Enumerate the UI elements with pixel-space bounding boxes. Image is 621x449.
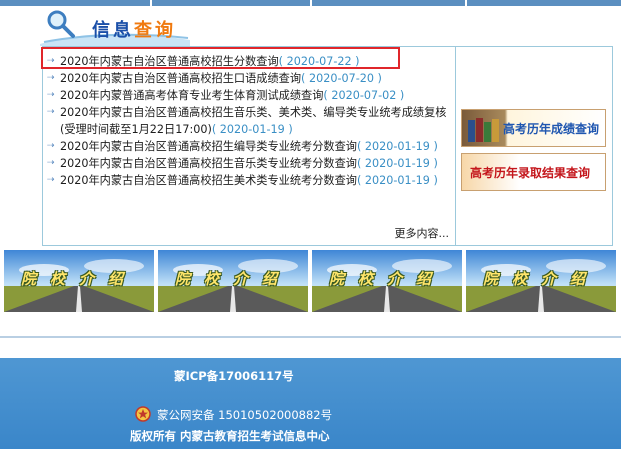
- copyright: 版权所有 内蒙古教育招生考试信息中心: [130, 429, 330, 443]
- title-part-2: 查询: [134, 20, 176, 41]
- news-title[interactable]: 2020年内蒙古自治区普通高校招生口语成绩查询: [60, 72, 301, 85]
- news-item[interactable]: ⇢ 2020年内蒙古自治区普通高校招生美术类专业统考分数查询( 2020-01-1…: [47, 172, 449, 189]
- admission-results-banner[interactable]: 高考历年录取结果查询: [461, 153, 606, 191]
- arrow-icon: ⇢: [47, 158, 55, 168]
- title-part-1: 信息: [92, 20, 134, 41]
- news-item[interactable]: ⇢ 2020年内蒙古自治区普通高校招生音乐类、美术类、编导类专业统考成绩复核(受理…: [47, 104, 449, 138]
- news-date: ( 2020-01-19 ): [211, 123, 293, 136]
- footer-divider: [0, 336, 621, 338]
- police-record-text[interactable]: 蒙公网安备 15010502000882号: [157, 408, 332, 422]
- news-item[interactable]: ⇢ 2020年内蒙古自治区普通高校招生口语成绩查询( 2020-07-20 ): [47, 70, 449, 87]
- more-content-link[interactable]: 更多内容...: [395, 225, 450, 241]
- news-date: ( 2020-01-19 ): [356, 140, 438, 153]
- school-intro-label: 院校介绍: [174, 270, 291, 288]
- arrow-icon: ⇢: [47, 175, 55, 185]
- news-title[interactable]: 2020年内蒙古自治区普通高校招生美术类专业统考分数查询: [60, 174, 357, 187]
- arrow-icon: ⇢: [47, 141, 55, 151]
- news-date: ( 2020-07-20 ): [301, 72, 382, 85]
- police-badge-icon: [135, 406, 151, 425]
- news-date: ( 2020-07-02 ): [323, 89, 405, 102]
- news-date: ( 2020-07-22 ): [278, 55, 360, 68]
- news-title[interactable]: 2020年内蒙古自治区普通高校招生音乐类专业统考分数查询: [60, 157, 357, 170]
- school-intro-banner-4[interactable]: 院校介绍: [466, 250, 616, 312]
- news-item[interactable]: ⇢ 2020年内蒙普通高考体育专业考生体育测试成绩查询( 2020-07-02 ): [47, 87, 449, 104]
- arrow-icon: ⇢: [47, 73, 55, 83]
- arrow-icon: ⇢: [47, 90, 55, 100]
- news-list: ⇢ 2020年内蒙古自治区普通高校招生分数查询( 2020-07-22 ) ⇢ 202…: [47, 53, 449, 189]
- admission-results-label: 高考历年录取结果查询: [470, 166, 591, 180]
- info-query-header: 信息查询: [40, 6, 460, 46]
- school-intro-row: 院校介绍 院校介绍 院校介绍 院校介绍: [4, 250, 617, 312]
- arrow-icon: ⇢: [47, 107, 55, 117]
- news-title[interactable]: 2020年内蒙普通高考体育专业考生体育测试成绩查询: [60, 89, 323, 102]
- historical-scores-banner[interactable]: 高考历年成绩查询: [461, 109, 606, 147]
- school-intro-label: 院校介绍: [20, 270, 137, 288]
- school-intro-banner-2[interactable]: 院校介绍: [158, 250, 308, 312]
- news-item[interactable]: ⇢ 2020年内蒙古自治区普通高校招生编导类专业统考分数查询( 2020-01-1…: [47, 138, 449, 155]
- page-title: 信息查询: [92, 16, 176, 42]
- school-intro-banner-3[interactable]: 院校介绍: [312, 250, 462, 312]
- footer: 蒙ICP备17006117号 蒙公网安备 15010502000882号 版权所…: [0, 358, 621, 449]
- news-title[interactable]: 2020年内蒙古自治区普通高校招生分数查询: [60, 55, 279, 68]
- school-intro-label: 院校介绍: [482, 270, 599, 288]
- news-item[interactable]: ⇢ 2020年内蒙古自治区普通高校招生分数查询( 2020-07-22 ): [47, 53, 449, 70]
- news-list-panel: ⇢ 2020年内蒙古自治区普通高校招生分数查询( 2020-07-22 ) ⇢ 202…: [42, 46, 455, 246]
- historical-scores-label: 高考历年成绩查询: [502, 122, 599, 136]
- side-banner-panel: 高考历年成绩查询 高考历年录取结果查询: [455, 46, 613, 246]
- news-date: ( 2020-01-19 ): [356, 174, 438, 187]
- news-item[interactable]: ⇢ 2020年内蒙古自治区普通高校招生音乐类专业统考分数查询( 2020-01-1…: [47, 155, 449, 172]
- police-record: 蒙公网安备 15010502000882号: [135, 406, 332, 425]
- books-icon: [468, 118, 499, 142]
- school-intro-label: 院校介绍: [328, 270, 445, 288]
- school-intro-banner-1[interactable]: 院校介绍: [4, 250, 154, 312]
- icp-number[interactable]: 蒙ICP备17006117号: [174, 368, 294, 384]
- news-date: ( 2020-01-19 ): [356, 157, 438, 170]
- news-title[interactable]: 2020年内蒙古自治区普通高校招生编导类专业统考分数查询: [60, 140, 357, 153]
- arrow-icon: ⇢: [47, 56, 55, 66]
